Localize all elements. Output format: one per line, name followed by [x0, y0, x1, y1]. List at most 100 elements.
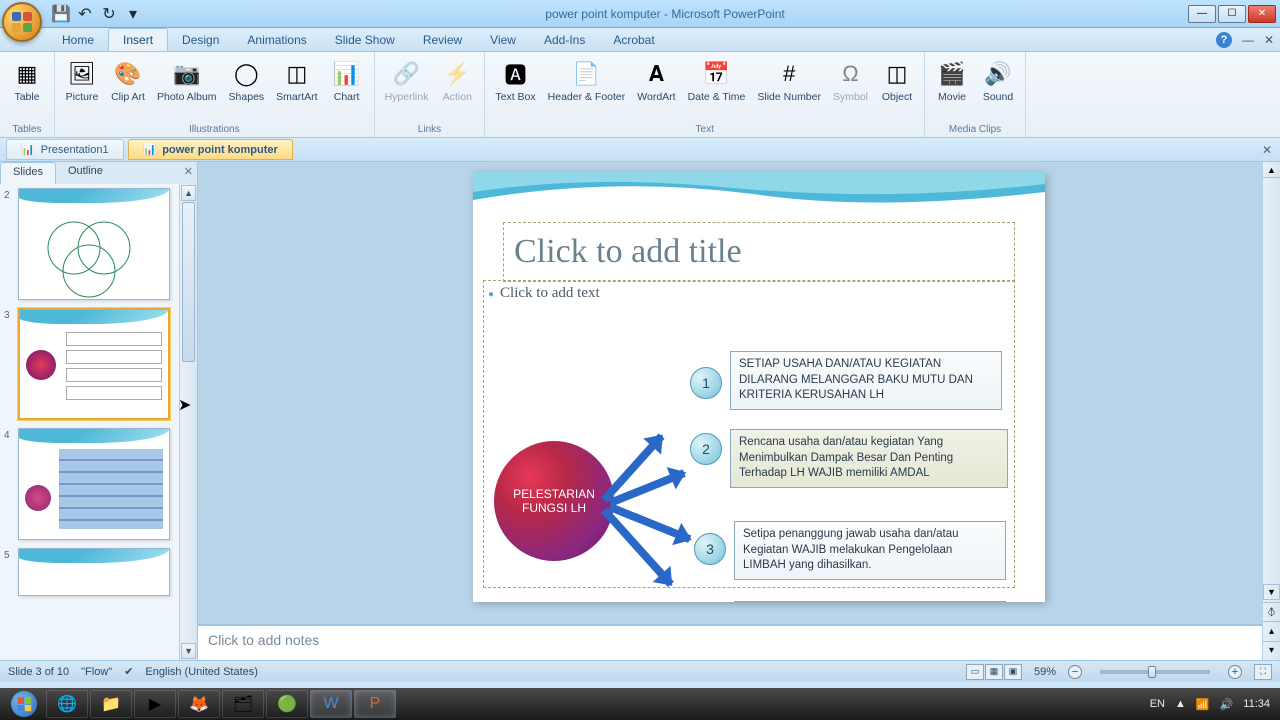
text-box-1[interactable]: SETIAP USAHA DAN/ATAU KEGIATAN DILARANG …	[730, 351, 1002, 410]
doctabs-close-icon[interactable]: ✕	[1262, 143, 1272, 157]
zoom-level[interactable]: 59%	[1034, 666, 1056, 678]
taskbar-media[interactable]: ▶	[134, 690, 176, 718]
taskbar-app1[interactable]: 🗂	[222, 690, 264, 718]
tab-view[interactable]: View	[476, 29, 530, 51]
tray-network-icon[interactable]: 📶	[1196, 698, 1210, 711]
scroll-down-icon[interactable]: ▼	[181, 643, 196, 659]
ribbon: ▦Table Tables 🖼Picture 🎨Clip Art 📷Photo …	[0, 52, 1280, 138]
slide-thumb-5[interactable]	[18, 548, 170, 596]
taskbar-app2[interactable]: 🟢	[266, 690, 308, 718]
scroll-up-icon[interactable]: ▲	[181, 185, 196, 201]
nav-down-icon[interactable]: ▾	[1263, 641, 1280, 660]
sidetab-slides[interactable]: Slides	[0, 162, 56, 184]
qat-more-icon[interactable]: ▾	[124, 5, 142, 23]
tray-volume-icon[interactable]: 🔊	[1220, 698, 1234, 711]
redo-icon[interactable]: ↻	[100, 5, 118, 23]
save-icon[interactable]: 💾	[52, 5, 70, 23]
picture-button[interactable]: 🖼Picture	[61, 56, 103, 106]
text-box-4[interactable]: Setiap penanggungjawab usaha dan/atau Ke…	[734, 601, 1006, 602]
help-icon[interactable]: ?	[1216, 32, 1232, 48]
thumb-number: 2	[4, 188, 14, 300]
nav-up-icon[interactable]: ▴	[1263, 621, 1280, 640]
tab-slideshow[interactable]: Slide Show	[321, 29, 409, 51]
object-button[interactable]: ◫Object	[876, 56, 918, 106]
doctab-powerpointkomputer[interactable]: 📊power point komputer	[128, 139, 293, 160]
minimize-ribbon-icon[interactable]: —	[1242, 33, 1254, 47]
start-button[interactable]	[4, 690, 44, 718]
doctab-presentation1[interactable]: 📊Presentation1	[6, 139, 124, 160]
maximize-button[interactable]: ☐	[1218, 5, 1246, 23]
scroll-up-icon[interactable]: ▲	[1263, 162, 1280, 178]
taskbar-ie[interactable]: 🌐	[46, 690, 88, 718]
tab-review[interactable]: Review	[409, 29, 476, 51]
slide-thumb-3[interactable]	[18, 308, 170, 420]
clipart-button[interactable]: 🎨Clip Art	[107, 56, 149, 106]
notes-pane[interactable]: Click to add notes	[198, 624, 1280, 660]
slide-thumb-4[interactable]	[18, 428, 170, 540]
taskbar-word[interactable]: W	[310, 690, 352, 718]
close-doc-icon[interactable]: ✕	[1264, 33, 1274, 47]
zoom-in-button[interactable]: +	[1228, 665, 1242, 679]
photoalbum-button[interactable]: 📷Photo Album	[153, 56, 221, 106]
tab-animations[interactable]: Animations	[233, 29, 320, 51]
status-language[interactable]: English (United States)	[145, 666, 258, 678]
window-title: power point komputer - Microsoft PowerPo…	[142, 7, 1188, 21]
fit-window-button[interactable]: ⛶	[1254, 664, 1272, 680]
zoom-out-button[interactable]: −	[1068, 665, 1082, 679]
tab-addins[interactable]: Add-Ins	[530, 29, 599, 51]
shapes-button[interactable]: ◯Shapes	[225, 56, 269, 106]
textbox-button[interactable]: 🅰Text Box	[491, 56, 539, 106]
scroll-down-icon[interactable]: ▼	[1263, 584, 1280, 600]
prev-slide-icon[interactable]: ⦽	[1263, 602, 1280, 621]
scroll-thumb[interactable]	[182, 202, 195, 362]
office-button[interactable]	[2, 2, 42, 42]
slide-thumb-2[interactable]	[18, 188, 170, 300]
tab-insert[interactable]: Insert	[108, 28, 168, 51]
group-links-label: Links	[375, 124, 485, 137]
sidepanel-close-icon[interactable]: ✕	[184, 165, 193, 178]
tray-lang[interactable]: EN	[1150, 698, 1165, 710]
table-button[interactable]: ▦Table	[6, 56, 48, 106]
sidetab-outline[interactable]: Outline	[56, 162, 115, 184]
editor-scrollbar[interactable]: ▲ ▼ ⦽ ▴ ▾	[1262, 162, 1280, 660]
tray-flag-icon[interactable]: ▲	[1175, 698, 1186, 710]
thumb-number: 4	[4, 428, 14, 540]
tab-home[interactable]: Home	[48, 29, 108, 51]
sound-button[interactable]: 🔊Sound	[977, 56, 1019, 106]
thumb-number: 5	[4, 548, 14, 596]
taskbar-explorer[interactable]: 📁	[90, 690, 132, 718]
slideshow-view-button[interactable]: ▣	[1004, 664, 1022, 680]
group-media-label: Media Clips	[925, 124, 1025, 137]
normal-view-button[interactable]: ▭	[966, 664, 984, 680]
smartart-button[interactable]: ◫SmartArt	[272, 56, 321, 106]
close-button[interactable]: ✕	[1248, 5, 1276, 23]
taskbar-firefox[interactable]: 🦊	[178, 690, 220, 718]
wordart-button[interactable]: 𝐀WordArt	[633, 56, 679, 106]
hyperlink-button: 🔗Hyperlink	[381, 56, 433, 106]
chart-button[interactable]: 📊Chart	[326, 56, 368, 106]
tab-acrobat[interactable]: Acrobat	[599, 29, 668, 51]
thumbs-scrollbar[interactable]: ▲ ▼	[179, 184, 197, 660]
taskbar-powerpoint[interactable]: P	[354, 690, 396, 718]
headerfooter-button[interactable]: 📄Header & Footer	[544, 56, 630, 106]
number-circle-2[interactable]: 2	[690, 433, 722, 465]
title-placeholder[interactable]: Click to add title	[503, 222, 1015, 282]
number-circle-3[interactable]: 3	[694, 533, 726, 565]
number-circle-1[interactable]: 1	[690, 367, 722, 399]
minimize-button[interactable]: —	[1188, 5, 1216, 23]
center-circle[interactable]: PELESTARIAN FUNGSI LH	[494, 441, 614, 561]
tray-clock[interactable]: 11:34	[1243, 698, 1270, 710]
body-placeholder[interactable]: Click to add text PELESTARIAN FUNGSI LH …	[483, 280, 1015, 588]
text-box-2[interactable]: Rencana usaha dan/atau kegiatan Yang Men…	[730, 429, 1008, 488]
sorter-view-button[interactable]: ▦	[985, 664, 1003, 680]
slide-thumbnails: 2 3 4 5	[0, 184, 179, 660]
slidenumber-button[interactable]: #Slide Number	[753, 56, 825, 106]
spellcheck-icon[interactable]: ✔	[124, 665, 133, 678]
text-box-3[interactable]: Setipa penanggung jawab usaha dan/atau K…	[734, 521, 1006, 580]
tab-design[interactable]: Design	[168, 29, 233, 51]
zoom-slider[interactable]	[1100, 670, 1210, 674]
datetime-button[interactable]: 📅Date & Time	[684, 56, 750, 106]
movie-button[interactable]: 🎬Movie	[931, 56, 973, 106]
undo-icon[interactable]: ↶	[76, 5, 94, 23]
slide-canvas[interactable]: Click to add title Click to add text PEL…	[473, 172, 1045, 602]
